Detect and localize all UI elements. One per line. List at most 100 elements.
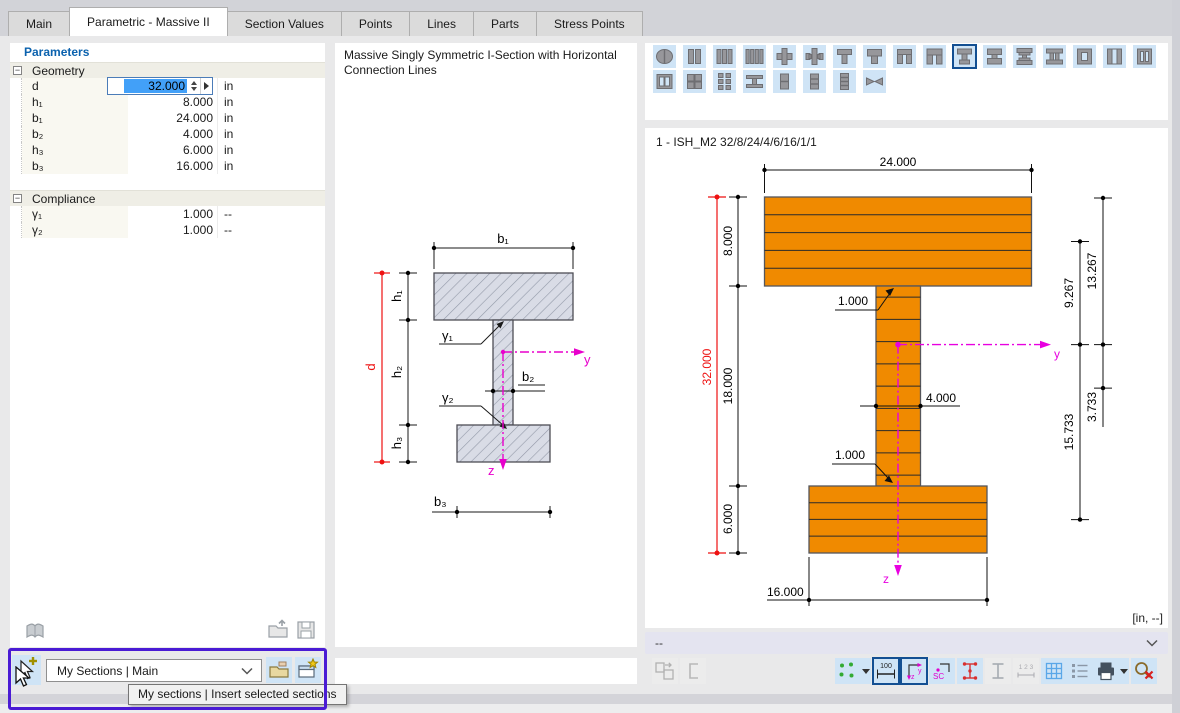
param-value[interactable]: 6.000 xyxy=(128,142,217,158)
param-value[interactable]: 4.000 xyxy=(128,126,217,142)
dim-b2: b₂ xyxy=(522,369,534,384)
axis-z-label: z xyxy=(883,572,889,586)
tab-points[interactable]: Points xyxy=(340,11,411,36)
cross-1-icon[interactable] xyxy=(773,45,796,68)
i-two-webs-icon[interactable] xyxy=(1043,45,1066,68)
tab-parametric-massive-ii[interactable]: Parametric - Massive II xyxy=(69,7,228,36)
favorites-new-button[interactable] xyxy=(295,657,321,683)
param-unit: in xyxy=(217,142,325,158)
details-list-button[interactable] xyxy=(1067,658,1093,684)
save-icon[interactable] xyxy=(294,618,318,642)
spinner-arrows-icon[interactable] xyxy=(188,78,200,94)
param-row-h: h₃ 6.000 in xyxy=(10,142,325,158)
svg-text:SC: SC xyxy=(933,672,944,681)
cross-2-icon[interactable] xyxy=(803,45,826,68)
param-value[interactable]: 8.000 xyxy=(128,94,217,110)
u-channel-2-icon[interactable] xyxy=(923,45,946,68)
i-singly-symmetric-icon[interactable] xyxy=(952,44,977,69)
sections-dropdown-value: My Sections | Main xyxy=(57,663,159,678)
tee-2-icon[interactable] xyxy=(863,45,886,68)
tab-main[interactable]: Main xyxy=(8,11,71,36)
spin-up-icon[interactable] xyxy=(191,81,197,85)
stack-3-icon[interactable] xyxy=(803,70,826,93)
param-row-h: h₁ 8.000 in xyxy=(10,94,325,110)
dropdown-caret-icon[interactable] xyxy=(1120,668,1128,674)
param-value-selected-text: 32.000 xyxy=(124,79,187,93)
param-value[interactable]: 1.000 xyxy=(128,222,217,238)
dim-e-top: 13.267 xyxy=(1085,252,1099,289)
dropdown-caret-icon[interactable] xyxy=(862,668,870,674)
box-bars-icon[interactable] xyxy=(1133,45,1156,68)
bars-3-icon[interactable] xyxy=(713,45,736,68)
tab-stress-points[interactable]: Stress Points xyxy=(535,11,643,36)
dim-h-web: 18.000 xyxy=(721,367,735,404)
dim-h2: h₂ xyxy=(389,366,404,378)
insert-sections-button[interactable] xyxy=(12,655,41,685)
window-2pane-icon[interactable] xyxy=(653,70,676,93)
box-hole-icon[interactable] xyxy=(1073,45,1096,68)
grid-4-icon[interactable] xyxy=(683,70,706,93)
chevron-down-icon xyxy=(1146,639,1158,647)
dim-b3: b₃ xyxy=(434,494,447,509)
param-value[interactable]: 1.000 xyxy=(128,206,217,222)
param-value[interactable]: 16.000 xyxy=(128,158,217,174)
grid-button[interactable] xyxy=(1041,658,1067,684)
param-label: b₁ xyxy=(22,110,128,126)
axis-y-label: y xyxy=(1054,347,1060,361)
param-row-b: b₂ 4.000 in xyxy=(10,126,325,142)
tab-lines[interactable]: Lines xyxy=(409,11,474,36)
spin-down-icon[interactable] xyxy=(191,87,197,91)
param-value[interactable]: 24.000 xyxy=(128,110,217,126)
stress-points-button[interactable] xyxy=(957,658,983,684)
group-header-compliance[interactable]: − Compliance xyxy=(10,190,325,206)
result-dropdown[interactable]: -- xyxy=(645,632,1168,654)
section-description-panel: Massive Singly Symmetric I-Section with … xyxy=(335,43,637,647)
formula-arrow-button[interactable] xyxy=(200,78,212,94)
middle-status-bar xyxy=(335,658,637,684)
copy-to-model-button xyxy=(652,658,678,684)
tooltip: My sections | Insert selected sections xyxy=(128,684,347,705)
points-display-button[interactable] xyxy=(835,658,871,684)
dim-b1: b₁ xyxy=(497,231,509,246)
favorites-manage-button[interactable] xyxy=(266,657,292,683)
param-row-d: d 32.000 in xyxy=(10,77,325,95)
i-beam-h-icon[interactable] xyxy=(743,70,766,93)
dim-h1: h₁ xyxy=(389,290,404,302)
import-folder-icon[interactable] xyxy=(266,618,290,642)
tee-1-icon[interactable] xyxy=(833,45,856,68)
dimensions-button[interactable]: 100 xyxy=(872,657,900,685)
tab-section-values[interactable]: Section Values xyxy=(226,11,342,36)
dim-conn-bot: 1.000 xyxy=(835,448,865,462)
dim-h3: h₃ xyxy=(389,437,404,450)
tab-parts[interactable]: Parts xyxy=(472,11,537,36)
axis-z-label: z xyxy=(488,463,495,478)
stack-2-icon[interactable] xyxy=(773,70,796,93)
bars-2-icon[interactable] xyxy=(683,45,706,68)
group-header-geometry[interactable]: − Geometry xyxy=(10,62,325,78)
i-symmetric-icon[interactable] xyxy=(983,45,1006,68)
print-button[interactable] xyxy=(1093,658,1129,684)
box-slot-icon[interactable] xyxy=(1103,45,1126,68)
units-label: [in, --] xyxy=(1132,611,1163,625)
stack-4-icon[interactable] xyxy=(833,70,856,93)
folder-hand-icon xyxy=(269,661,289,678)
bars-4-icon[interactable] xyxy=(743,45,766,68)
grid-6-icon[interactable] xyxy=(713,70,736,93)
shear-center-button[interactable]: SC xyxy=(929,658,955,684)
bowtie-icon[interactable] xyxy=(863,70,886,93)
collapse-icon[interactable]: − xyxy=(13,66,22,75)
rounded-2part-icon[interactable] xyxy=(653,45,676,68)
i-double-flange-icon[interactable] xyxy=(1013,45,1036,68)
param-unit: -- xyxy=(217,222,325,238)
param-unit: in xyxy=(217,110,325,126)
sections-dropdown[interactable]: My Sections | Main xyxy=(46,659,262,682)
library-book-icon[interactable] xyxy=(23,619,47,643)
collapse-icon[interactable]: − xyxy=(13,194,22,203)
stress-points-icon xyxy=(962,662,978,680)
param-row-b: b₃ 16.000 in xyxy=(10,158,325,174)
grid-icon xyxy=(1045,662,1063,680)
u-channel-1-icon[interactable] xyxy=(893,45,916,68)
axes-button[interactable]: yz xyxy=(900,657,928,685)
param-value-input[interactable]: 32.000 xyxy=(107,77,213,95)
zoom-reset-button[interactable] xyxy=(1131,658,1157,684)
